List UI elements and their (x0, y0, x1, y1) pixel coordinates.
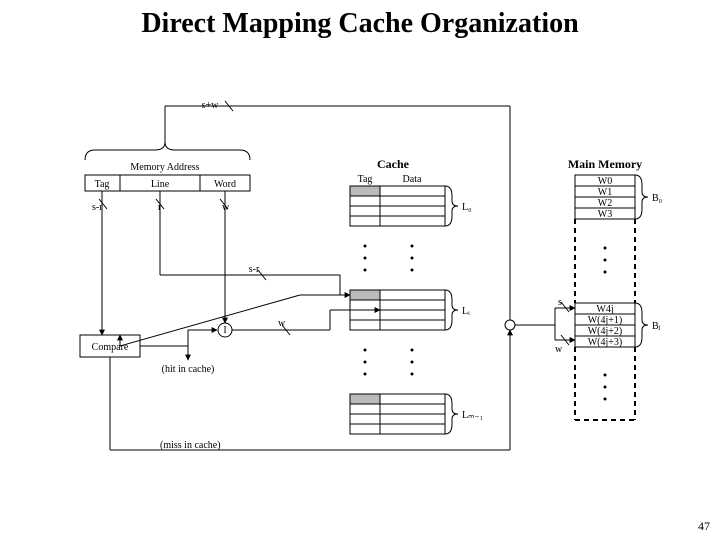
label-cache: Cache (377, 157, 410, 171)
label-B0: B₀ (652, 193, 663, 204)
svg-text:W4j: W4j (596, 304, 613, 315)
label-Bj: Bⱼ (652, 321, 661, 332)
label-w-mem: w (555, 344, 563, 355)
svg-text:W(4j+3): W(4j+3) (588, 337, 623, 348)
brace-top (85, 142, 250, 160)
svg-text:W0: W0 (598, 176, 612, 187)
cache-block-L0 (350, 186, 445, 226)
label-memory-address: Memory Address (130, 162, 199, 173)
label-compare: Compare (92, 342, 129, 353)
svg-text:W(4j+2): W(4j+2) (588, 326, 623, 337)
label-cache-tag: Tag (358, 174, 373, 185)
svg-text:W3: W3 (598, 209, 612, 220)
label-main-memory: Main Memory (568, 157, 642, 171)
label-hit: (hit in cache) (162, 364, 215, 375)
brace-Bj (635, 303, 648, 347)
dots-mem-1 (604, 247, 607, 274)
label-word: Word (214, 179, 236, 190)
cache-block-Lm1 (350, 394, 445, 434)
diagram: s+w Memory Address Tag Line Word s-r r w… (0, 0, 720, 540)
dots-mem-2 (604, 374, 607, 401)
label-tag: Tag (95, 179, 110, 190)
label-cache-data: Data (403, 174, 422, 185)
label-w-bus: w (278, 318, 286, 329)
svg-text:W2: W2 (598, 198, 612, 209)
brace-L0 (445, 186, 458, 226)
label-line: Line (151, 179, 170, 190)
brace-Li (445, 290, 458, 330)
label-miss: (miss in cache) (160, 440, 221, 451)
label-Li: Lᵢ (462, 306, 470, 317)
mem-block-Bj: W4j W(4j+1) W(4j+2) W(4j+3) (575, 303, 635, 348)
label-L0: L₀ (462, 202, 472, 213)
mem-block-B0: W0 W1 W2 W3 (575, 175, 635, 220)
svg-text:W1: W1 (598, 187, 612, 198)
svg-text:W(4j+1): W(4j+1) (588, 315, 623, 326)
dots-cache-2 (364, 349, 414, 376)
svg-text:I: I (223, 325, 226, 336)
label-sr-bus: s-r (249, 264, 260, 275)
label-Lm1: Lₘ₋₁ (462, 410, 483, 421)
node-mem-addr (505, 320, 515, 330)
brace-Lm1 (445, 394, 458, 434)
dots-cache-1 (364, 245, 414, 272)
brace-B0 (635, 175, 648, 219)
